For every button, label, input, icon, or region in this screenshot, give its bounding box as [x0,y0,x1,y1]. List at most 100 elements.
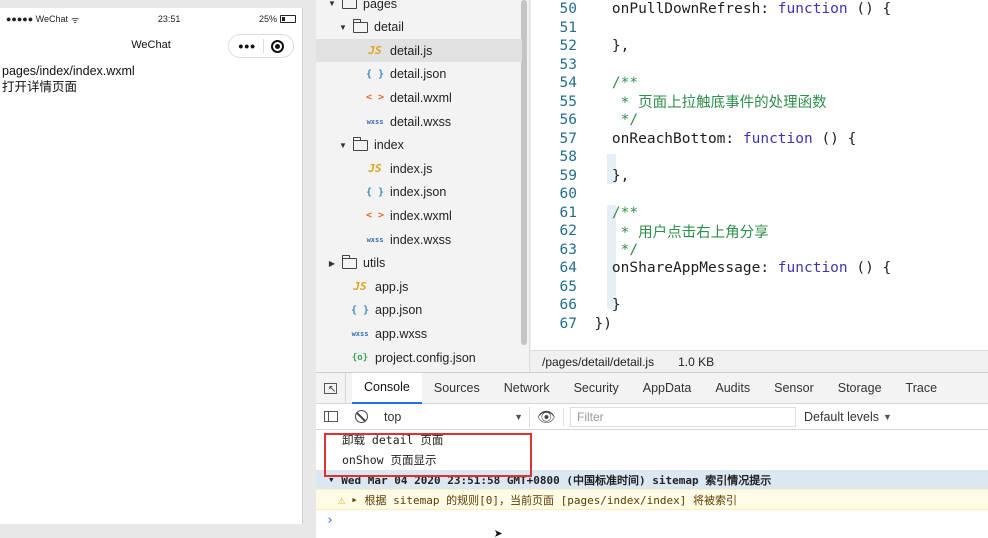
editor-status-bar: /pages/detail/detail.js 1.0 KB [531,350,988,372]
tab-sensor[interactable]: Sensor [762,373,826,404]
tree-file[interactable]: wxss index.wxss [316,228,522,251]
tab-network[interactable]: Network [492,373,562,404]
tab-appdata[interactable]: AppData [631,373,704,404]
context-value: top [384,409,402,424]
code-text: }, [577,38,630,54]
battery-percent: 25% [258,14,277,24]
json-file-icon: { } [351,304,370,316]
code-line: 64 onShareAppMessage: function () { [531,259,988,277]
context-select[interactable]: top ▼ [378,406,530,427]
warning-text: 根据 sitemap 的规则[0]，当前页面 [pages/index/inde… [364,493,738,507]
code-text: }) [577,315,612,332]
code-line: 52 }, [531,37,988,55]
tree-file[interactable]: {o} project.config.json [316,346,522,369]
inspect-element-button[interactable] [316,372,346,404]
carrier-label: ●●●●● WeChat [6,14,69,24]
phone-screen: ●●●●● WeChat ᯤ 23:51 25% WeChat ••• page [0,8,303,524]
log-levels-select[interactable]: Default levels ▼ [804,410,892,424]
line-number: 52 [559,38,577,54]
tab-storage[interactable]: Storage [826,373,894,404]
chevron-right-icon[interactable]: ▶ [326,259,338,268]
line-number: 50 [559,1,577,17]
code-line: 54 /** [531,74,988,92]
more-dots-icon[interactable]: ••• [238,39,256,53]
clear-icon [354,410,368,423]
line-number: 51 [559,19,577,36]
toggle-sidebar-button[interactable] [316,404,346,430]
warning-line[interactable]: ⚠ ▸ 根据 sitemap 的规则[0]，当前页面 [pages/index/… [316,489,988,510]
devtools-panel: ConsoleSourcesNetworkSecurityAppDataAudi… [316,372,988,538]
code-line: 66 } [531,296,988,314]
code-line: 58 [531,148,988,166]
code-line: 67 }) [531,315,988,333]
tree-file[interactable]: < > index.wxml [316,204,522,227]
tree-file[interactable]: wxss detail.wxss [316,110,522,133]
close-target-icon[interactable] [270,39,284,53]
code-text: * 用户点击右上角分享 [577,224,769,241]
tree-folder[interactable]: ▼ index [316,134,522,157]
tab-security[interactable]: Security [562,373,631,404]
chevron-down-icon[interactable]: ▼ [337,23,349,32]
chevron-down-icon[interactable]: ▼ [337,141,349,150]
log-levels-label: Default levels [804,409,880,424]
code-line: 51 [531,19,988,37]
page-content: pages/index/index.wxml 打开详情页面 [0,60,302,98]
sidebar-icon [324,411,338,422]
tab-trace[interactable]: Trace [894,373,950,404]
tree-file[interactable]: { } index.json [316,181,522,204]
file-explorer: ▼ pages ▼ detail JS detail.js { } detail.json < … [316,0,530,372]
highlight-box [324,433,532,477]
tab-console[interactable]: Console [352,372,422,404]
tree-file[interactable]: < > detail.wxml [316,86,522,109]
tree-folder[interactable]: ▼ detail [316,16,522,39]
tree-file[interactable]: wxss app.wxss [316,322,522,345]
wxml-file-icon: < > [366,210,385,222]
tree-folder[interactable]: ▶ utils [316,252,522,275]
tree-file[interactable]: JS detail.js [316,39,522,63]
tree-file[interactable]: JS app.js [316,275,522,298]
clock-label: 23:51 [157,14,181,24]
tree-file[interactable]: { } detail.json [316,63,522,86]
code-line: 61 /** [531,204,988,222]
folder-icon [341,254,357,269]
capsule-menu: ••• [228,34,294,58]
tree-file[interactable]: { } app.json [316,299,522,322]
code-line: 53 [531,56,988,74]
folder-icon [342,0,357,9]
console-toolbar: top ▼ 👁 Default levels ▼ [316,404,988,430]
chevron-down-icon[interactable]: ▼ [326,0,338,8]
devtools-tabs: ConsoleSourcesNetworkSecurityAppDataAudi… [316,372,988,404]
warning-icon: ⚠ [338,492,346,507]
clear-console-button[interactable] [346,404,376,430]
line-number: 57 [559,130,577,147]
line-number: 61 [559,204,577,221]
tree-item-label: detail.wxss [390,114,452,129]
eye-icon[interactable]: 👁 [530,407,564,426]
inspect-icon [324,382,337,395]
tree-item-label: index [374,138,404,153]
tree-item-label: detail.js [390,43,433,58]
folder-icon [352,136,368,151]
code-line: 56 */ [531,111,988,129]
code-text: */ [577,112,639,128]
code-line: 59 }, [531,167,988,185]
json-file-icon: { } [366,68,385,80]
code-editor[interactable]: 50 onPullDownRefresh: function () {51 52 … [531,0,988,350]
line-number: 53 [559,56,577,73]
line-number: 54 [559,75,577,91]
open-detail-link[interactable]: 打开详情页面 [2,79,300,95]
tab-sources[interactable]: Sources [422,373,492,404]
tree-item-label: app.js [375,279,409,294]
code-text: * 页面上拉触底事件的处理函数 [577,95,827,111]
tree-file[interactable]: JS index.js [316,157,522,180]
filter-input[interactable] [570,406,796,427]
console-prompt[interactable]: › [316,510,988,530]
code-text: onShareAppMessage: function () { [577,260,892,276]
line-number: 62 [559,223,577,239]
tree-folder[interactable]: ▼ pages [316,0,522,15]
tree-item-label: index.wxml [390,208,452,223]
tree-item-label: utils [363,256,386,271]
caret-down-icon: ▼ [514,411,523,422]
line-number: 64 [559,260,577,276]
tab-audits[interactable]: Audits [703,373,762,404]
